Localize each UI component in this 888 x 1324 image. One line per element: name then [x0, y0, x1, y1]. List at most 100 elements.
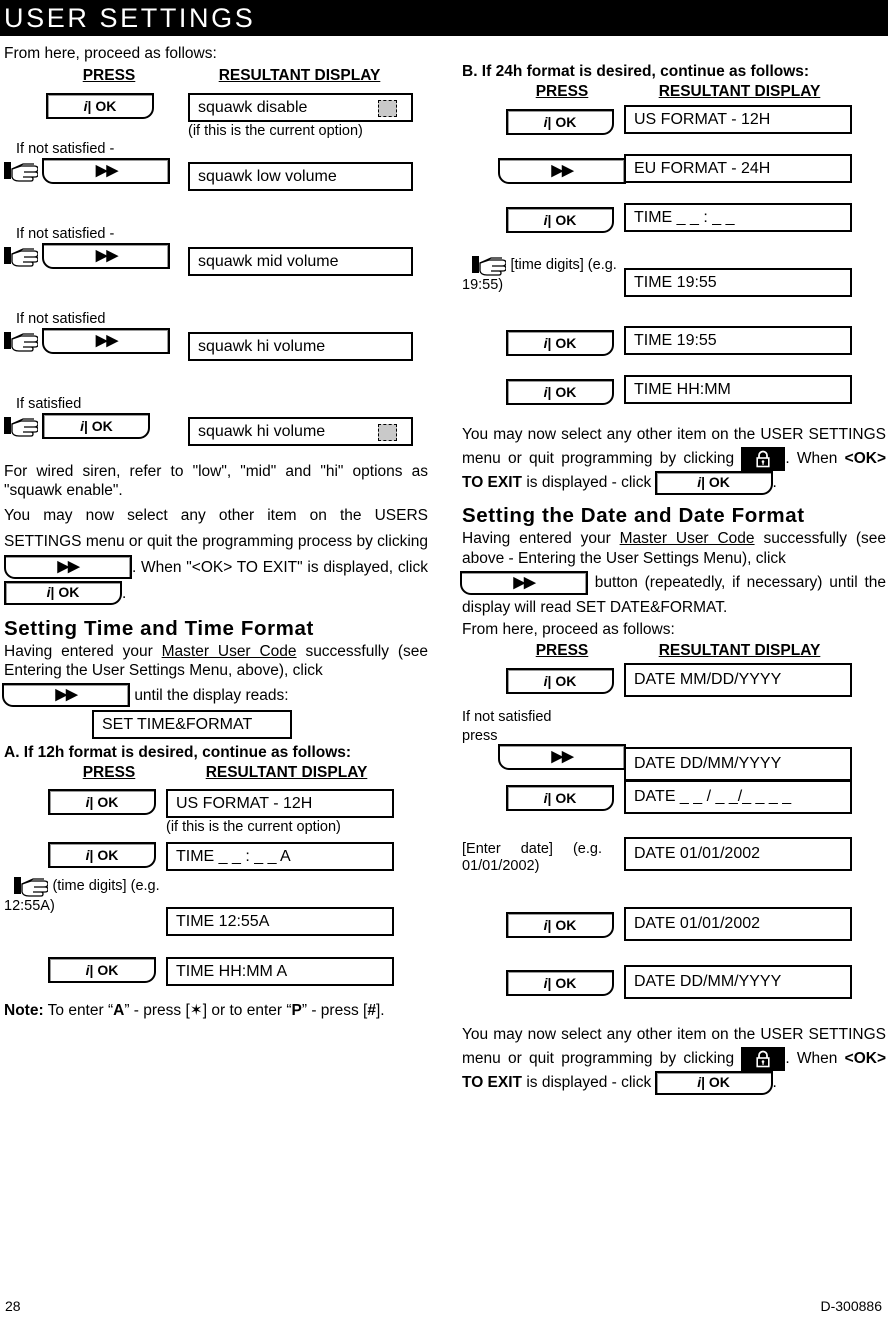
enter-date-label: [Enter date] (e.g. 01/01/2002) — [462, 840, 602, 874]
ok-key[interactable]: i| OK — [46, 92, 154, 119]
fast-forward-key-label: ▶▶ — [513, 574, 535, 592]
ok-key-sep: | — [547, 335, 552, 351]
display-cell: squawk low volume — [188, 161, 413, 191]
lock-key[interactable] — [741, 447, 786, 471]
fast-forward-key[interactable]: ▶▶ — [4, 555, 132, 580]
exit-instructions-right-1: You may now select any other item on the… — [462, 423, 886, 496]
ok-key-label: OK — [555, 212, 577, 228]
note-text-4: ” - press [ — [301, 1001, 368, 1019]
lcd-text: DATE MM/DD/YYYY — [634, 670, 782, 688]
ok-key[interactable]: i| OK — [506, 330, 614, 356]
time24-step-row: i| OK TIME _ _ : _ _ — [462, 203, 886, 254]
squawk-step-row: i| OK squawk disable (if this is the cur… — [4, 92, 428, 141]
time12-step-row: i| OK US FORMAT - 12H (if this is the cu… — [4, 788, 428, 842]
time12-table-header: PRESS RESULTANT DISPLAY — [4, 764, 428, 785]
ok-key[interactable]: i| OK — [506, 109, 614, 135]
press-cell: [Enter date] (e.g. 01/01/2002) — [462, 841, 614, 875]
time12-step-row: i| OK TIME _ _ : _ _ A — [4, 841, 428, 875]
resultant-display-header: RESULTANT DISPLAY — [658, 641, 821, 659]
ok-key[interactable]: i| OK — [4, 581, 122, 606]
ok-key[interactable]: i| OK — [506, 379, 614, 405]
lcd-text: TIME HH:MM — [634, 381, 731, 398]
lcd-text: TIME 19:55 — [634, 332, 717, 349]
page-title-banner: USER SETTINGS — [0, 0, 888, 36]
exit-text-d: . — [772, 1073, 777, 1091]
note-text-5: ]. — [375, 1001, 385, 1019]
squawk-step-row: If satisfied i| OK squawk hi volume — [4, 396, 428, 446]
note-text-2: ” - press [ — [124, 1001, 190, 1019]
fast-forward-key[interactable]: ▶▶ — [498, 158, 626, 184]
lcd-text: squawk hi volume — [198, 337, 326, 355]
exit-instructions-left: You may now select any other item on the… — [4, 503, 428, 607]
ok-key[interactable]: i| OK — [506, 667, 614, 694]
lcd-display: TIME HH:MM A — [166, 956, 394, 986]
ok-key[interactable]: i| OK — [654, 471, 773, 496]
note-label: Note: — [4, 1001, 44, 1019]
lcd-text: DATE 01/01/2002 — [634, 914, 761, 932]
press-cell: [time digits] (e.g. 19:55) — [462, 254, 617, 294]
fast-forward-key[interactable]: ▶▶ — [42, 242, 171, 269]
display-cell: squawk hi volume — [188, 416, 413, 446]
date-proceed-text: From here, proceed as follows: — [462, 621, 675, 639]
ok-key[interactable]: i| OK — [48, 956, 156, 983]
fast-forward-key[interactable]: ▶▶ — [2, 683, 130, 708]
lcd-display: squawk hi volume — [188, 331, 413, 361]
ok-key-label: OK — [97, 793, 119, 810]
ok-key[interactable]: i| OK — [48, 788, 156, 815]
ok-key[interactable]: i| OK — [48, 841, 156, 868]
master-user-code-link[interactable]: Master User Code — [620, 530, 755, 547]
fast-forward-key[interactable]: ▶▶ — [42, 327, 171, 354]
ok-key-sep: | — [547, 672, 552, 689]
fast-forward-key[interactable]: ▶▶ — [460, 571, 588, 596]
lcd-display: squawk disable — [188, 92, 413, 122]
lcd-display: TIME _ _ : _ _ — [624, 203, 852, 232]
ok-key[interactable]: i| OK — [42, 412, 151, 439]
ok-key-sep: | — [89, 793, 94, 810]
press-cell: (time digits] (e.g. 12:55A) — [4, 875, 164, 915]
date-step-row: i| OK DATE _ _ / _ _/_ _ _ _ — [462, 779, 886, 841]
time24-step-row: i| OK TIME HH:MM — [462, 375, 886, 423]
date-section-title: Setting the Date and Date Format — [462, 504, 805, 528]
lcd-text: DATE 01/01/2002 — [634, 844, 761, 862]
ok-key[interactable]: i| OK — [506, 207, 614, 233]
time-section-intro: Having entered your Master User Code suc… — [4, 642, 428, 681]
display-cell: TIME 19:55 — [624, 268, 852, 297]
note-text-1: To enter “ — [47, 1001, 114, 1019]
exit-to-exit-token: TO EXIT — [462, 474, 523, 492]
date-step-row: [Enter date] (e.g. 01/01/2002) DATE 01/0… — [462, 836, 886, 912]
date-step-row: If not satisfied press ▶▶ DATE DD/MM/YYY… — [462, 709, 886, 785]
pointing-hand-icon — [472, 254, 506, 276]
fast-forward-key[interactable]: ▶▶ — [498, 743, 626, 770]
condition-label: If not satisfied - — [16, 140, 115, 157]
ok-key[interactable]: i| OK — [654, 1070, 773, 1095]
exit-text-c: is displayed - click — [526, 1073, 652, 1091]
lcd-display: TIME HH:MM — [624, 375, 852, 404]
press-header: PRESS — [535, 83, 589, 100]
time12-step-row: (time digits] (e.g. 12:55A) TIME 12:55A — [4, 875, 428, 957]
date-step-row: i| OK DATE 01/01/2002 — [462, 906, 886, 970]
fast-forward-key[interactable]: ▶▶ — [42, 157, 171, 184]
master-user-code-link[interactable]: Master User Code — [162, 643, 297, 660]
ok-key[interactable]: i| OK — [506, 969, 614, 996]
date-step-row: i| OK DATE MM/DD/YYYY — [462, 662, 886, 709]
exit-text-b: . When — [785, 450, 838, 468]
exit-to-exit-token: TO EXIT — [462, 1073, 523, 1091]
lcd-display: TIME 19:55 — [624, 268, 852, 297]
fast-forward-key-label: ▶▶ — [57, 558, 79, 576]
ok-key-label: OK — [555, 335, 577, 351]
exit-text-a: You may now select any other item on the… — [4, 506, 428, 550]
ok-key[interactable]: i| OK — [506, 911, 614, 938]
pointing-hand-icon — [4, 245, 38, 267]
lock-key[interactable] — [741, 1046, 786, 1071]
date-step-row: i| OK DATE DD/MM/YYYY — [462, 964, 886, 1023]
ok-key[interactable]: i| OK — [506, 784, 614, 811]
squawk-step-row: If not satisfied ▶▶ squawk hi volume — [4, 311, 428, 396]
display-cell: US FORMAT - 12H — [624, 105, 852, 134]
condition-label: If satisfied — [16, 395, 82, 412]
sub-head-24h: B. If 24h format is desired, continue as… — [462, 63, 810, 80]
lcd-text: squawk hi volume — [198, 422, 326, 440]
ok-key-label: OK — [555, 384, 577, 400]
lcd-text: US FORMAT - 12H — [176, 794, 313, 812]
lcd-caption: (if this is the current option) — [188, 122, 363, 139]
lcd-display: DATE 01/01/2002 — [624, 836, 852, 871]
